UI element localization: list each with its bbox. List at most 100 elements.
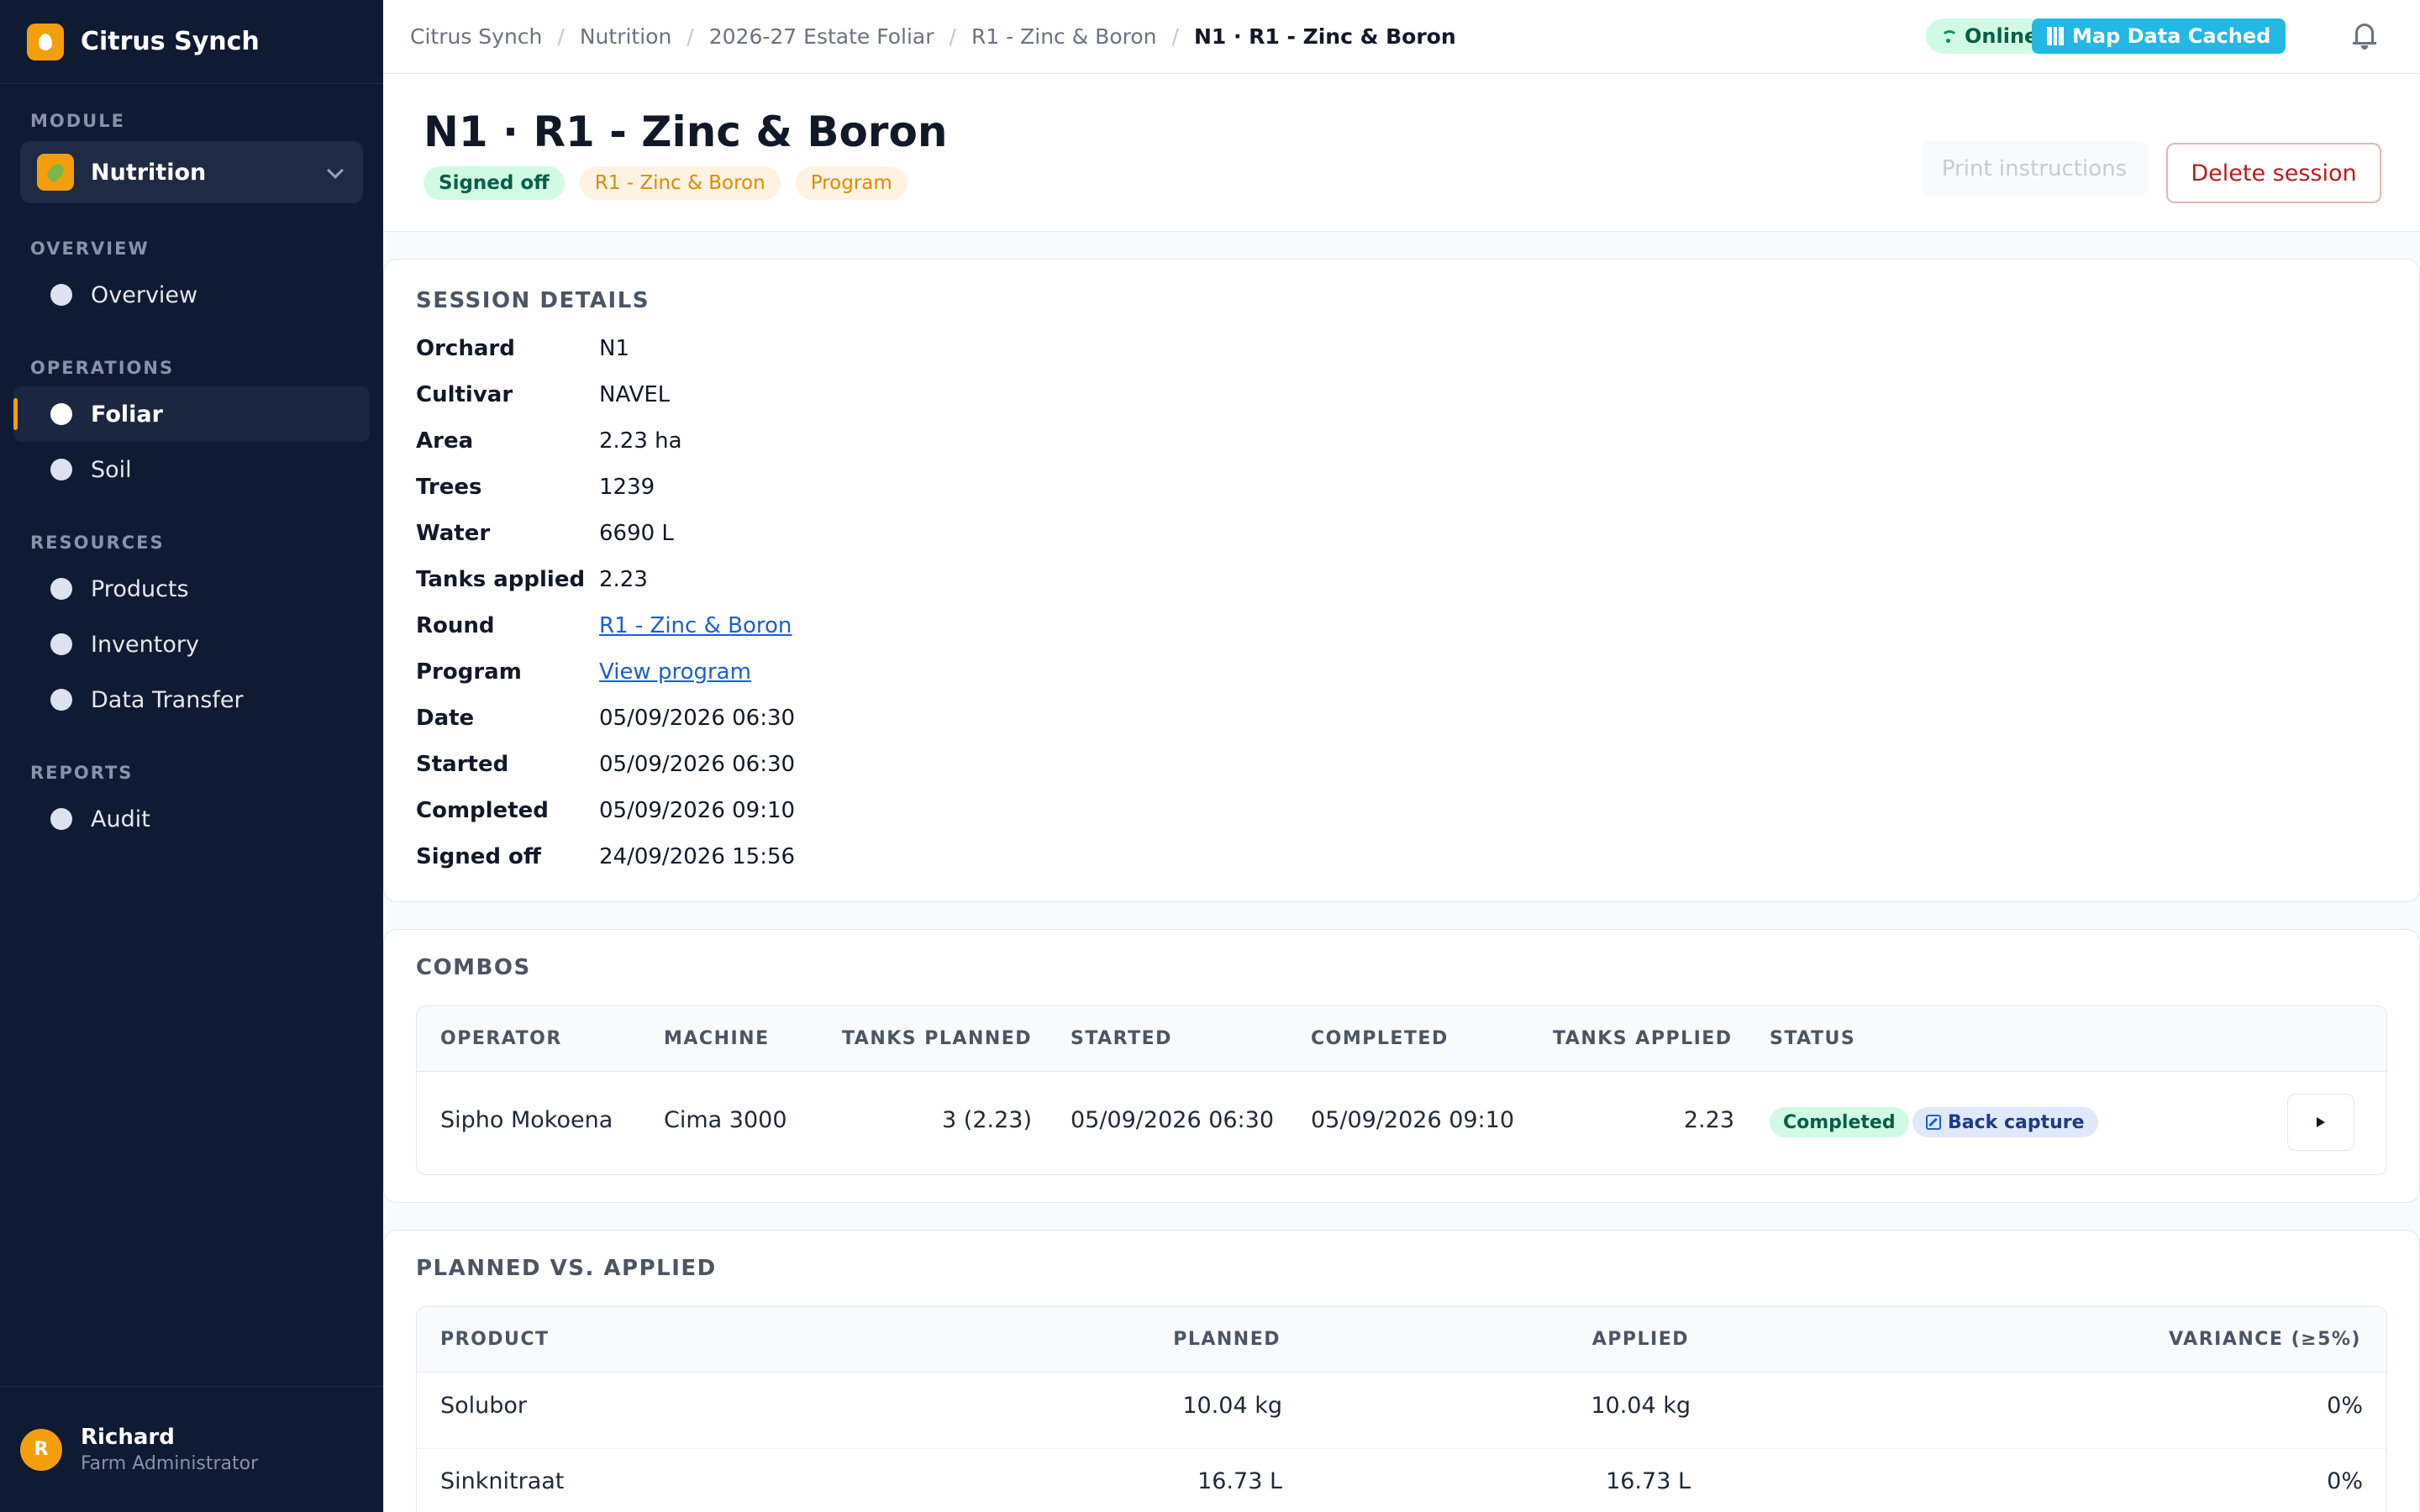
nav-section-label: OPERATIONS bbox=[30, 358, 175, 378]
detail-value: 24/09/2026 15:56 bbox=[599, 844, 796, 869]
avatar: R bbox=[20, 1428, 62, 1471]
sidebar-item-label: Data Transfer bbox=[91, 686, 244, 713]
status-badge: Completed bbox=[1770, 1107, 1909, 1137]
detail-label: Started bbox=[416, 752, 509, 777]
detail-row-orchard: Orchard N1 bbox=[416, 332, 629, 365]
column-header: PRODUCT bbox=[440, 1329, 550, 1350]
view-program-link[interactable]: View program bbox=[599, 659, 751, 685]
detail-label: Round bbox=[416, 613, 495, 638]
chevron-down-icon bbox=[327, 162, 344, 179]
detail-label: Completed bbox=[416, 798, 549, 823]
sidebar-item-label: Overview bbox=[91, 281, 198, 308]
detail-value: 05/09/2026 06:30 bbox=[599, 706, 796, 731]
nav-section-reports: REPORTS Audit bbox=[0, 763, 383, 847]
planned-cell: 16.73 L bbox=[1197, 1468, 1282, 1494]
program-badge: Program bbox=[795, 166, 908, 200]
sidebar-item-inventory[interactable]: Inventory bbox=[13, 617, 370, 672]
sidebar-item-label: Audit bbox=[91, 806, 150, 832]
back-capture-label: Back capture bbox=[1948, 1111, 2085, 1133]
nav-section-label: RESOURCES bbox=[30, 533, 165, 553]
variance-cell: 0% bbox=[2327, 1393, 2363, 1419]
app-name: Citrus Synch bbox=[81, 27, 260, 56]
module-selector[interactable]: Nutrition bbox=[20, 141, 363, 203]
detail-row-cultivar: Cultivar NAVEL bbox=[416, 378, 670, 412]
planned-cell: 10.04 kg bbox=[1182, 1393, 1282, 1419]
detail-label: Water bbox=[416, 521, 491, 546]
breadcrumb-item-citrus-synch[interactable]: Citrus Synch bbox=[410, 24, 542, 49]
breadcrumb-current: N1 · R1 - Zinc & Boron bbox=[1193, 24, 1456, 49]
delete-session-button[interactable]: Delete session bbox=[2166, 143, 2381, 203]
sidebar-item-data-transfer[interactable]: Data Transfer bbox=[13, 672, 370, 727]
applied-cell: 10.04 kg bbox=[1591, 1393, 1691, 1419]
sidebar: Citrus Synch MODULE Nutrition OVERVIEW O… bbox=[0, 0, 383, 1512]
nav-section-label: OVERVIEW bbox=[30, 239, 150, 259]
combos-header-row: OPERATOR MACHINE TANKS PLANNED STARTED C… bbox=[417, 1006, 2386, 1072]
breadcrumb-item-program[interactable]: 2026-27 Estate Foliar bbox=[709, 24, 934, 49]
variance-cell: 0% bbox=[2327, 1468, 2363, 1494]
breadcrumb-separator: / bbox=[1171, 24, 1179, 49]
sidebar-item-label: Foliar bbox=[91, 401, 163, 428]
detail-row-tanks-applied: Tanks applied 2.23 bbox=[416, 563, 648, 596]
inventory-dot-icon bbox=[50, 633, 72, 655]
sidebar-item-label: Inventory bbox=[91, 631, 199, 658]
detail-label: Signed off bbox=[416, 844, 541, 869]
map-icon bbox=[2047, 27, 2064, 45]
data-transfer-dot-icon bbox=[50, 689, 72, 711]
detail-value: 2.23 bbox=[599, 567, 648, 592]
detail-row-signed-off: Signed off 24/09/2026 15:56 bbox=[416, 840, 795, 874]
column-header: PLANNED bbox=[1173, 1329, 1281, 1350]
started-cell: 05/09/2026 06:30 bbox=[1071, 1107, 1275, 1133]
pva-header-row: PRODUCT PLANNED APPLIED VARIANCE (≥5%) bbox=[417, 1307, 2386, 1373]
column-header: MACHINE bbox=[664, 1028, 770, 1049]
round-link[interactable]: R1 - Zinc & Boron bbox=[599, 613, 792, 638]
detail-value: 2.23 ha bbox=[599, 428, 682, 454]
detail-label: Cultivar bbox=[416, 382, 513, 407]
breadcrumb-item-nutrition[interactable]: Nutrition bbox=[580, 24, 671, 49]
nutrition-leaf-icon bbox=[37, 154, 74, 191]
sidebar-item-products[interactable]: Products bbox=[13, 561, 370, 617]
session-details-card: SESSION DETAILS Orchard N1 Cultivar NAVE… bbox=[383, 259, 2420, 902]
machine-cell: Cima 3000 bbox=[664, 1107, 787, 1133]
round-badge: R1 - Zinc & Boron bbox=[579, 166, 781, 200]
user-profile[interactable]: R Richard Farm Administrator bbox=[0, 1386, 383, 1512]
print-instructions-button[interactable]: Print instructions bbox=[1921, 141, 2148, 197]
completed-cell: 05/09/2026 09:10 bbox=[1311, 1107, 1515, 1133]
planned-vs-applied-title: PLANNED VS. APPLIED bbox=[416, 1256, 717, 1281]
detail-label: Tanks applied bbox=[416, 567, 586, 592]
detail-value: NAVEL bbox=[599, 382, 671, 407]
bell-icon[interactable] bbox=[2353, 22, 2376, 50]
open-combo-button[interactable] bbox=[2287, 1094, 2354, 1151]
sidebar-item-audit[interactable]: Audit bbox=[13, 791, 370, 847]
breadcrumb-separator: / bbox=[687, 24, 694, 49]
detail-value: 1239 bbox=[599, 475, 655, 500]
session-tags: Signed off R1 - Zinc & Boron Program bbox=[424, 166, 923, 200]
operator-cell: Sipho Mokoena bbox=[440, 1107, 613, 1133]
sidebar-item-overview[interactable]: Overview bbox=[13, 267, 370, 323]
column-header: OPERATOR bbox=[440, 1028, 562, 1049]
applied-cell: 16.73 L bbox=[1606, 1468, 1691, 1494]
sidebar-item-label: Soil bbox=[91, 456, 132, 483]
brand[interactable]: Citrus Synch bbox=[0, 0, 383, 84]
overview-dot-icon bbox=[50, 284, 72, 306]
planned-vs-applied-table: PRODUCT PLANNED APPLIED VARIANCE (≥5%) S… bbox=[416, 1306, 2387, 1512]
sidebar-item-foliar[interactable]: Foliar bbox=[13, 386, 370, 442]
signed-off-badge: Signed off bbox=[424, 166, 565, 200]
top-bar: Citrus Synch / Nutrition / 2026-27 Estat… bbox=[383, 0, 2420, 74]
citrus-drop-logo-icon bbox=[27, 23, 64, 60]
detail-label: Orchard bbox=[416, 336, 515, 361]
column-header: STATUS bbox=[1770, 1028, 1856, 1049]
detail-row-date: Date 05/09/2026 06:30 bbox=[416, 701, 795, 735]
sidebar-item-label: Products bbox=[91, 575, 189, 602]
breadcrumb-item-round[interactable]: R1 - Zinc & Boron bbox=[971, 24, 1157, 49]
combos-card: COMBOS OPERATOR MACHINE TANKS PLANNED ST… bbox=[383, 929, 2420, 1203]
detail-row-program: Program View program bbox=[416, 655, 751, 689]
product-cell: Solubor bbox=[440, 1393, 528, 1419]
sidebar-item-soil[interactable]: Soil bbox=[13, 442, 370, 497]
column-header: TANKS PLANNED bbox=[842, 1028, 1033, 1049]
nav-section-overview: OVERVIEW Overview bbox=[0, 239, 383, 323]
tanks-planned-cell: 3 (2.23) bbox=[942, 1107, 1032, 1133]
tanks-applied-cell: 2.23 bbox=[1683, 1107, 1734, 1133]
map-cache-badge[interactable]: Map Data Cached bbox=[2032, 18, 2286, 54]
back-capture-badge: Back capture bbox=[1912, 1107, 2098, 1137]
product-cell: Sinknitraat bbox=[440, 1468, 565, 1494]
